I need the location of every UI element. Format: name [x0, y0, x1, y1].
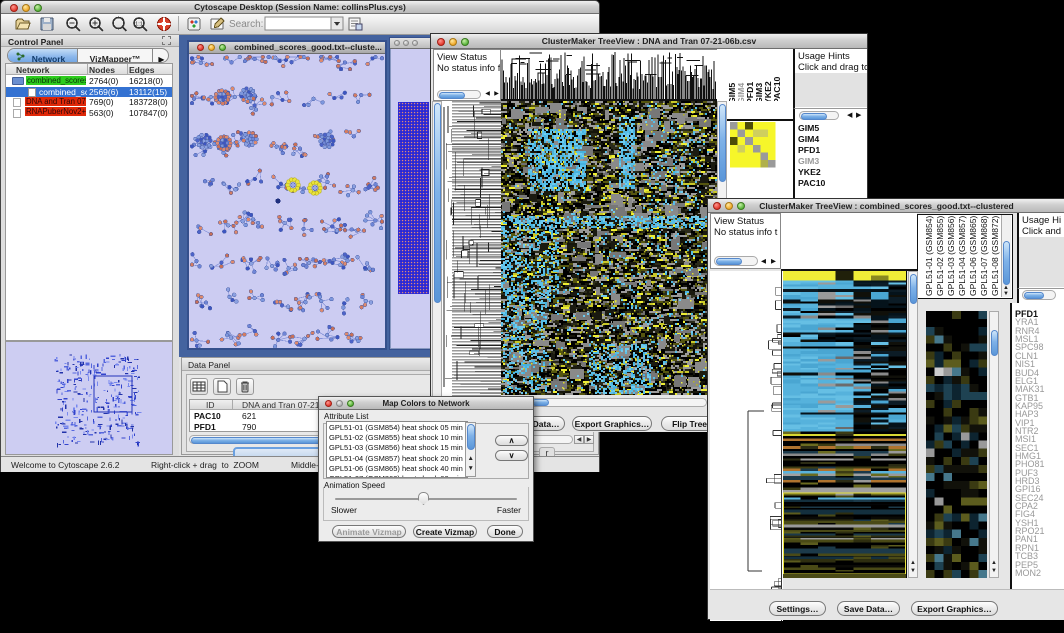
svg-text:1:1: 1:1 [135, 21, 143, 27]
svg-text:Search:: Search: [229, 19, 263, 30]
